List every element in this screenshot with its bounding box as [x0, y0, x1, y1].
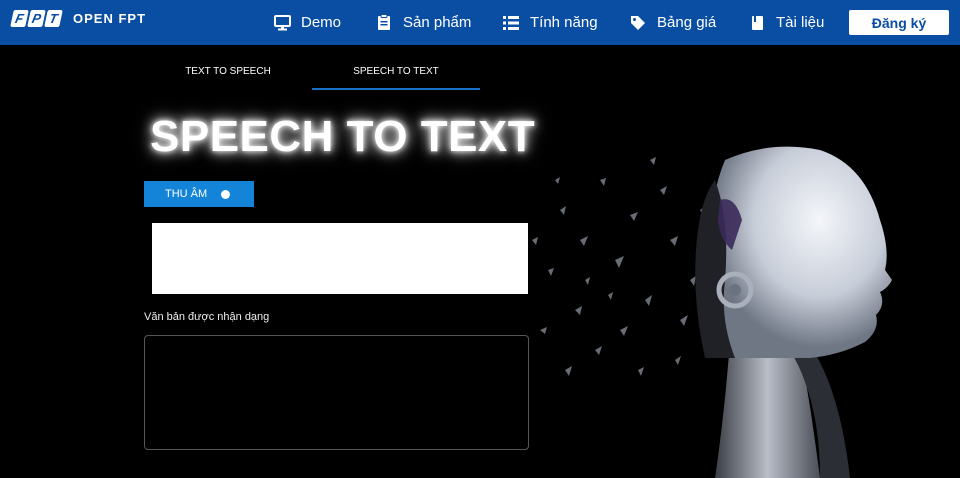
nav-label-pricing: Bảng giá [657, 14, 717, 31]
clipboard-icon [375, 14, 393, 32]
nav-item-demo[interactable]: Demo [273, 0, 341, 45]
brand-name: OPEN FPT [73, 11, 147, 26]
tab-text-to-speech[interactable]: TEXT TO SPEECH [144, 58, 312, 90]
robot-head-illustration [532, 146, 892, 478]
monitor-icon [273, 14, 291, 32]
logo-letter-t: T [44, 10, 63, 27]
top-navbar: F P T OPEN FPT Demo Sản phẩm Tính năng B… [0, 0, 960, 45]
logo-letter-p: P [27, 10, 46, 27]
audio-player-area[interactable] [152, 223, 528, 294]
signup-button[interactable]: Đăng ký [849, 10, 949, 35]
nav-label-products: Sản phẩm [403, 14, 472, 31]
fpt-logo[interactable]: F P T OPEN FPT [10, 10, 147, 27]
record-button[interactable]: THU ÂM [144, 181, 254, 207]
record-indicator-icon [221, 190, 230, 199]
nav-label-demo: Demo [301, 14, 342, 31]
logo-letter-f: F [10, 10, 29, 27]
book-icon [748, 14, 766, 32]
nav-label-docs: Tài liệu [776, 14, 825, 31]
nav-item-features[interactable]: Tính năng [502, 0, 598, 45]
record-label: THU ÂM [165, 188, 208, 200]
list-icon [502, 14, 520, 32]
nav-item-pricing[interactable]: Bảng giá [629, 0, 716, 45]
nav-item-docs[interactable]: Tài liệu [748, 0, 824, 45]
recognized-text-area[interactable] [144, 335, 529, 450]
nav-label-features: Tính năng [530, 14, 598, 31]
fpt-logo-mark: F P T [10, 10, 63, 27]
page-title: SPEECH TO TEXT [150, 112, 536, 161]
nav-item-products[interactable]: Sản phẩm [375, 0, 471, 45]
tag-icon [629, 14, 647, 32]
tab-speech-to-text[interactable]: SPEECH TO TEXT [312, 58, 480, 90]
recognized-text-label: Văn bản được nhận dạng [144, 311, 270, 323]
